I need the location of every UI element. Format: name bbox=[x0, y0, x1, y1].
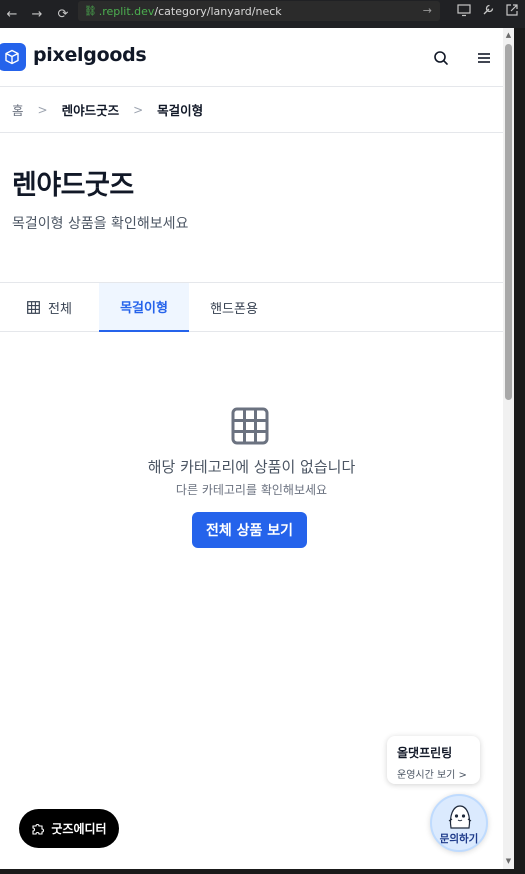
goods-editor-button[interactable]: 굿즈에디터 bbox=[19, 809, 119, 848]
url-path: /category/lanyard/neck bbox=[154, 4, 282, 18]
page-scrollbar[interactable]: ▲ ▼ bbox=[503, 28, 514, 869]
brand-name[interactable]: pixelgoods bbox=[33, 44, 147, 66]
empty-state-title: 해당 카테고리에 상품이 없습니다 bbox=[147, 458, 356, 476]
url-host: .replit.dev bbox=[98, 4, 155, 18]
reload-icon[interactable]: ⟳ bbox=[51, 3, 75, 25]
browser-tools bbox=[457, 3, 519, 17]
breadcrumb: 홈 > 렌야드굿즈 > 목걸이형 bbox=[0, 87, 503, 133]
hamburger-menu-icon[interactable] bbox=[474, 48, 494, 68]
grid-icon bbox=[27, 301, 40, 314]
goods-editor-label: 굿즈에디터 bbox=[51, 822, 107, 836]
address-bar[interactable]: ⛓ .replit.dev /category/lanyard/neck → bbox=[78, 1, 440, 21]
wrench-icon[interactable] bbox=[481, 3, 495, 17]
operating-hours-link[interactable]: 운영시간 보기 > bbox=[397, 766, 470, 781]
scroll-up-icon[interactable]: ▲ bbox=[505, 32, 512, 39]
tab-phone[interactable]: 핸드폰용 bbox=[189, 283, 279, 332]
chevron-right-icon: > bbox=[37, 102, 48, 117]
tab-all[interactable]: 전체 bbox=[0, 283, 99, 332]
external-link-icon[interactable] bbox=[505, 3, 519, 17]
window-bottom-edge bbox=[0, 869, 525, 874]
breadcrumb-category[interactable]: 렌야드굿즈 bbox=[62, 100, 120, 119]
page-subtitle: 목걸이형 상품을 확인해보세요 bbox=[12, 216, 189, 232]
puzzle-icon bbox=[32, 823, 45, 835]
category-tabs: 전체 목걸이형 핸드폰용 bbox=[0, 282, 503, 332]
link-icon: ⛓ bbox=[84, 5, 97, 17]
browser-toolbar: ← → ⟳ ⛓ .replit.dev /category/lanyard/ne… bbox=[0, 0, 525, 28]
scrollbar-thumb[interactable] bbox=[505, 44, 512, 400]
inquiry-label: 문의하기 bbox=[439, 833, 479, 845]
tab-necklace[interactable]: 목걸이형 bbox=[99, 283, 189, 332]
breadcrumb-current: 목걸이형 bbox=[157, 103, 204, 118]
page-viewport: pixelgoods 홈 > 렌야드굿즈 > 목걸이형 렌야드굿즈 목걸이형 상… bbox=[0, 28, 514, 869]
window-edge bbox=[514, 28, 525, 874]
tab-phone-label: 핸드폰용 bbox=[210, 302, 258, 317]
back-arrow-icon[interactable]: ← bbox=[0, 3, 24, 25]
grid-icon bbox=[231, 407, 269, 445]
chevron-right-icon: > bbox=[133, 102, 144, 117]
empty-state-description: 다른 카테고리를 확인해보세요 bbox=[175, 483, 328, 497]
page-title: 렌야드굿즈 bbox=[12, 170, 134, 201]
monitor-icon[interactable] bbox=[457, 3, 471, 17]
site-header: pixelgoods bbox=[0, 28, 503, 87]
chat-tooltip-title: 올댓프린팅 bbox=[397, 746, 453, 760]
tab-necklace-label: 목걸이형 bbox=[120, 301, 168, 316]
scroll-down-icon[interactable]: ▼ bbox=[505, 858, 512, 865]
mascot-icon bbox=[448, 805, 472, 829]
go-arrow-icon[interactable]: → bbox=[423, 4, 432, 17]
logo[interactable] bbox=[0, 43, 26, 71]
inquiry-chat-button[interactable]: 문의하기 bbox=[430, 794, 488, 852]
search-icon[interactable] bbox=[431, 48, 451, 68]
view-all-products-button[interactable]: 전체 상품 보기 bbox=[192, 512, 307, 548]
tab-all-label: 전체 bbox=[48, 302, 72, 317]
breadcrumb-home[interactable]: 홈 bbox=[12, 100, 24, 119]
chat-tooltip[interactable]: 올댓프린팅 운영시간 보기 > bbox=[387, 736, 480, 784]
cube-icon bbox=[5, 49, 19, 65]
forward-arrow-icon[interactable]: → bbox=[25, 3, 49, 25]
